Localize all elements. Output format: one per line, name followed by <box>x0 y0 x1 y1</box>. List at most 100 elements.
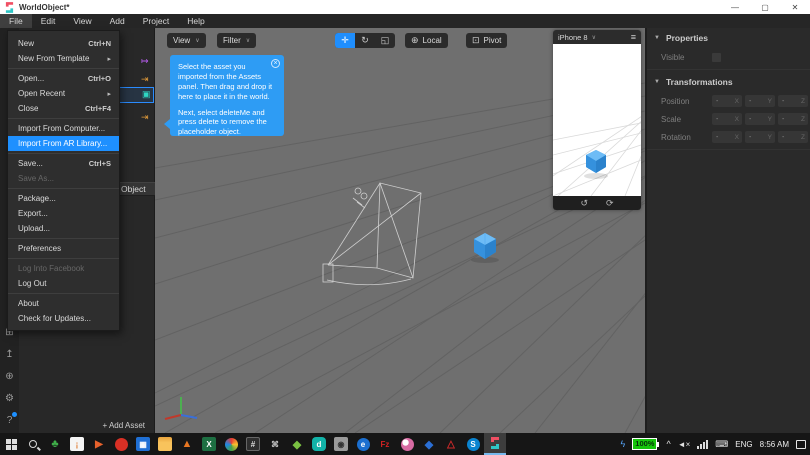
pivot-toggle-button[interactable]: ⊡Pivot <box>466 33 507 48</box>
taskbar-app-teal-d[interactable]: d <box>308 433 330 455</box>
taskbar-app-tree[interactable]: ♣ <box>44 433 66 455</box>
taskbar-app-camera[interactable]: ◉ <box>330 433 352 455</box>
simulator-screen[interactable] <box>553 44 641 196</box>
taskbar-app-photos[interactable] <box>220 433 242 455</box>
taskbar-app-person[interactable]: ¡ <box>66 433 88 455</box>
taskbar-app-arrow[interactable]: ▶ <box>88 433 110 455</box>
menu-item-open[interactable]: Open...Ctrl+O <box>8 71 119 86</box>
new-folder-icon[interactable]: ⊕ <box>0 365 19 387</box>
settings-icon[interactable]: ⚙ <box>0 387 19 409</box>
file-dropdown-menu: NewCtrl+N New From Template Open...Ctrl+… <box>7 30 120 331</box>
power-plug-icon[interactable]: ϟ <box>621 439 626 449</box>
maximize-button[interactable]: ▢ <box>750 0 780 14</box>
insert-before-icon[interactable]: ↦ <box>141 57 149 66</box>
move-icon[interactable]: ✛ <box>335 33 355 48</box>
taskbar-app-vlc[interactable]: ▲ <box>176 433 198 455</box>
action-center-icon[interactable] <box>796 440 806 449</box>
taskbar-app-red-circle[interactable] <box>110 433 132 455</box>
menu-item-package[interactable]: Package... <box>8 191 119 206</box>
taskbar-app-excel[interactable]: X <box>198 433 220 455</box>
menu-item-new-from-template[interactable]: New From Template <box>8 51 119 66</box>
clock[interactable]: 8:56 AM <box>760 440 789 449</box>
taskbar-app-blue-tiles[interactable]: ▦ <box>132 433 154 455</box>
insert-after-icon[interactable]: ⇥ <box>141 75 149 84</box>
close-icon[interactable]: × <box>271 59 280 68</box>
menu-view[interactable]: View <box>64 14 100 28</box>
tray-expand-chevron-icon[interactable]: ^ <box>666 439 670 449</box>
local-toggle-button[interactable]: ⊕Local <box>405 33 448 48</box>
minimize-button[interactable]: — <box>720 0 750 14</box>
insert-after-icon[interactable]: ⇥ <box>141 113 149 122</box>
rotate-icon[interactable]: ↻ <box>355 33 375 48</box>
menu-edit[interactable]: Edit <box>32 14 65 28</box>
rotation-x-field[interactable]: -X <box>712 131 742 143</box>
position-y-field[interactable]: -Y <box>745 95 775 107</box>
taskbar-app-blue-circle[interactable]: e <box>352 433 374 455</box>
menu-item-import-from-computer[interactable]: Import From Computer... <box>8 121 119 136</box>
taskbar-app-calculator[interactable]: # <box>242 433 264 455</box>
scale-icon[interactable]: ◱ <box>375 33 395 48</box>
tooltip-paragraph-1: Select the asset you imported from the A… <box>178 62 276 102</box>
menu-help[interactable]: Help <box>178 14 213 28</box>
position-label: Position <box>661 97 712 106</box>
restart-icon[interactable]: ↺ <box>580 199 588 208</box>
taskbar-app-skype[interactable]: S <box>462 433 484 455</box>
taskbar-app-file-explorer[interactable] <box>154 433 176 455</box>
visible-checkbox[interactable] <box>712 53 721 62</box>
taskbar-app-spark-ar[interactable] <box>484 433 506 455</box>
close-button[interactable]: ✕ <box>780 0 810 14</box>
help-icon[interactable]: ? <box>0 409 19 431</box>
keyboard-icon[interactable]: ⌨ <box>715 439 728 450</box>
menu-add[interactable]: Add <box>101 14 134 28</box>
menu-item-import-from-ar-library[interactable]: Import From AR Library... <box>8 136 119 151</box>
rotation-z-field[interactable]: -Z <box>778 131 808 143</box>
menu-item-about[interactable]: About <box>8 296 119 311</box>
network-icon[interactable] <box>697 440 708 449</box>
scale-x-field[interactable]: -X <box>712 113 742 125</box>
hamburger-menu-icon[interactable]: ≡ <box>631 32 636 42</box>
menu-project[interactable]: Project <box>134 14 178 28</box>
taskbar-app-paint[interactable] <box>396 433 418 455</box>
taskbar-app-blue-diamond[interactable]: ◆ <box>418 433 440 455</box>
speaker-muted-icon[interactable]: ◄× <box>678 440 691 449</box>
menu-item-save[interactable]: Save...Ctrl+S <box>8 156 119 171</box>
taskbar-app-diamond[interactable]: ◆ <box>286 433 308 455</box>
menu-item-export[interactable]: Export... <box>8 206 119 221</box>
object-cube-icon[interactable]: ▣ <box>142 90 151 99</box>
transformations-section-header[interactable]: ▼ Transformations <box>647 72 810 92</box>
device-dropdown[interactable]: iPhone 8 <box>558 33 588 42</box>
properties-section-header[interactable]: ▼ Properties <box>647 28 810 48</box>
language-indicator[interactable]: ENG <box>735 440 752 449</box>
viewport-canvas[interactable]: View∨ Filter∨ ✛ ↻ ◱ ⊕Local ⊡Pivot <box>155 28 645 433</box>
position-x-field[interactable]: -X <box>712 95 742 107</box>
rotate-device-icon[interactable]: ⟳ <box>606 199 614 208</box>
taskbar-app-red-triangle[interactable]: △ <box>440 433 462 455</box>
taskbar-app-filezilla[interactable]: Fz <box>374 433 396 455</box>
menu-item-check-for-updates[interactable]: Check for Updates... <box>8 311 119 326</box>
view-dropdown[interactable]: View∨ <box>167 33 206 48</box>
menu-item-new[interactable]: NewCtrl+N <box>8 36 119 51</box>
search-icon[interactable] <box>22 433 44 455</box>
menu-file[interactable]: File <box>0 14 32 28</box>
battery-indicator[interactable]: 100% <box>632 438 659 450</box>
window-title: WorldObject* <box>19 3 70 12</box>
position-z-field[interactable]: -Z <box>778 95 808 107</box>
menu-item-preferences[interactable]: Preferences <box>8 241 119 256</box>
scale-y-field[interactable]: -Y <box>745 113 775 125</box>
scale-z-field[interactable]: -Z <box>778 113 808 125</box>
share-icon[interactable]: ↥ <box>0 343 19 365</box>
add-asset-button[interactable]: + Add Asset <box>19 418 155 433</box>
rotation-y-field[interactable]: -Y <box>745 131 775 143</box>
rotation-label: Rotation <box>661 133 712 142</box>
taskbar-app-paw[interactable]: ⌘ <box>264 433 286 455</box>
menu-item-close[interactable]: CloseCtrl+F4 <box>8 101 119 116</box>
menu-item-save-as: Save As... <box>8 171 119 186</box>
simulator-footer: ↺ ⟳ <box>553 196 641 210</box>
menu-item-open-recent[interactable]: Open Recent <box>8 86 119 101</box>
start-button[interactable] <box>0 433 22 455</box>
menu-separator <box>8 188 119 189</box>
menu-item-upload[interactable]: Upload... <box>8 221 119 236</box>
chevron-down-icon: ∨ <box>195 37 199 44</box>
menu-item-log-out[interactable]: Log Out <box>8 276 119 291</box>
filter-dropdown[interactable]: Filter∨ <box>217 33 256 48</box>
